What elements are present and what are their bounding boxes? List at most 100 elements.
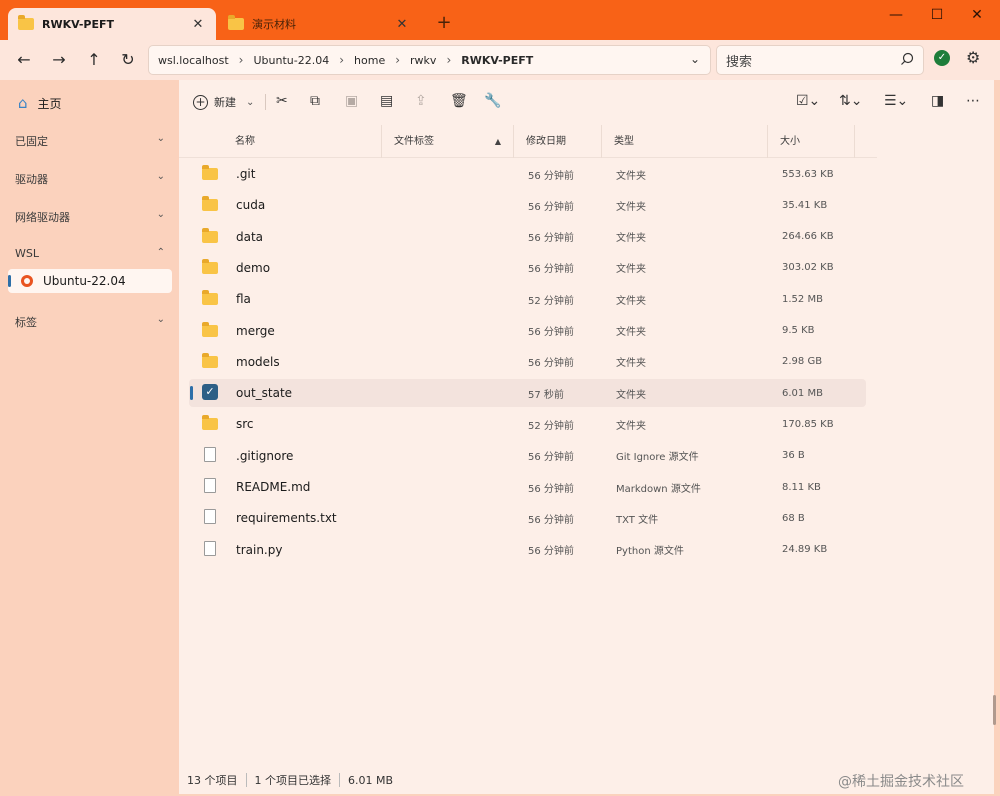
column-type[interactable]: 类型 — [602, 125, 768, 158]
breadcrumb-rwkv[interactable]: rwkv — [410, 54, 436, 67]
toolbar-divider — [265, 94, 266, 110]
scrollbar[interactable] — [993, 695, 996, 725]
title-bar: RWKV-PEFT ✕ 演示材料 ✕ + — ☐ ✕ — [0, 0, 1000, 40]
file-row[interactable]: .git 56 分钟前 文件夹 553.63 KB — [189, 160, 866, 188]
file-row[interactable]: train.py 56 分钟前 Python 源文件 24.89 KB — [189, 536, 866, 564]
delete-icon[interactable]: 🗑 — [450, 93, 468, 109]
file-row[interactable]: fla 52 分钟前 文件夹 1.52 MB — [189, 285, 866, 313]
breadcrumb-wsl[interactable]: wsl.localhost — [158, 54, 229, 67]
selected-count: 1 个项目已选择 — [254, 774, 332, 787]
breadcrumb-rwkv-peft[interactable]: RWKV-PEFT — [461, 54, 533, 67]
close-tab-icon[interactable]: ✕ — [394, 17, 410, 32]
file-type: TXT 文件 — [616, 514, 659, 526]
rename-icon[interactable]: ▤ — [380, 93, 393, 109]
checkbox-icon[interactable]: ✓ — [202, 384, 218, 401]
column-size[interactable]: 大小 — [768, 125, 855, 158]
paste-icon[interactable]: ▣ — [345, 93, 358, 109]
chevron-right-icon[interactable]: › — [339, 53, 344, 67]
file-size: 1.52 MB — [782, 293, 823, 305]
file-size: 2.98 GB — [782, 356, 823, 368]
file-date: 56 分钟前 — [528, 233, 574, 245]
sidebar-section-wsl[interactable]: WSL ⌃ — [15, 247, 165, 260]
sort-icon[interactable]: ⇅⌄ — [839, 93, 862, 109]
sidebar-section-network-drives[interactable]: 网络驱动器 ⌄ — [15, 209, 165, 225]
refresh-button[interactable]: ↻ — [114, 48, 142, 72]
file-name[interactable]: models — [236, 355, 280, 369]
chevron-right-icon[interactable]: › — [395, 53, 400, 67]
file-type: 文件夹 — [616, 264, 646, 276]
tab-label: RWKV-PEFT — [42, 17, 114, 31]
file-size: 303.02 KB — [782, 262, 834, 274]
chevron-right-icon[interactable]: › — [239, 53, 244, 67]
search-input[interactable]: 搜索 — [716, 45, 924, 75]
file-name[interactable]: .gitignore — [236, 449, 293, 463]
file-row[interactable]: requirements.txt 56 分钟前 TXT 文件 68 B — [189, 504, 866, 532]
column-name[interactable]: 名称 — [223, 125, 382, 158]
sidebar-item-ubuntu[interactable]: Ubuntu-22.04 — [8, 269, 172, 293]
file-row[interactable]: ✓ out_state 57 秒前 文件夹 6.01 MB — [189, 379, 866, 408]
file-row[interactable]: .gitignore 56 分钟前 Git Ignore 源文件 36 B — [189, 442, 866, 470]
file-name[interactable]: data — [236, 230, 263, 244]
select-mode-icon[interactable]: ☑⌄ — [796, 93, 820, 109]
breadcrumb-home[interactable]: home — [354, 54, 385, 67]
sidebar-section-drives[interactable]: 驱动器 ⌄ — [15, 171, 165, 187]
properties-icon[interactable]: 🔧 — [484, 93, 501, 109]
copy-icon[interactable]: ⧉ — [310, 93, 320, 109]
chevron-right-icon[interactable]: › — [446, 53, 451, 67]
new-tab-button[interactable]: + — [432, 12, 456, 36]
forward-button[interactable]: → — [45, 48, 73, 72]
breadcrumb-ubuntu[interactable]: Ubuntu-22.04 — [253, 54, 329, 67]
sidebar-item-home[interactable]: ⌂ 主页 — [18, 94, 62, 112]
command-bar: + 新建 ⌄ ✂ ⧉ ▣ ▤ ⇪ 🗑 🔧 ☑⌄ ⇅⌄ ☰⌄ ◨ ⋯ — [179, 80, 994, 124]
file-name[interactable]: fla — [236, 292, 251, 306]
more-options-icon[interactable]: ⋯ — [966, 93, 980, 109]
status-divider — [339, 773, 340, 787]
folder-icon — [228, 15, 244, 30]
details-pane-icon[interactable]: ◨ — [931, 93, 944, 109]
search-icon[interactable] — [899, 51, 915, 67]
sidebar-section-pinned[interactable]: 已固定 ⌄ — [15, 133, 165, 149]
layout-icon[interactable]: ☰⌄ — [884, 93, 908, 109]
file-row[interactable]: demo 56 分钟前 文件夹 303.02 KB — [189, 254, 866, 282]
file-name[interactable]: merge — [236, 324, 275, 338]
file-row[interactable]: src 52 分钟前 文件夹 170.85 KB — [189, 410, 866, 438]
file-size: 35.41 KB — [782, 199, 828, 211]
file-row[interactable]: models 56 分钟前 文件夹 2.98 GB — [189, 348, 866, 376]
ubuntu-icon — [21, 275, 33, 287]
shield-icon[interactable]: ✓ — [934, 50, 950, 66]
file-row[interactable]: data 56 分钟前 文件夹 264.66 KB — [189, 223, 866, 251]
tab-demo-materials[interactable]: 演示材料 ✕ — [218, 8, 420, 40]
cut-icon[interactable]: ✂ — [276, 93, 288, 109]
up-button[interactable]: ↑ — [80, 48, 108, 72]
chevron-down-icon[interactable]: ⌄ — [690, 52, 700, 66]
back-button[interactable]: ← — [10, 48, 38, 72]
file-type: Git Ignore 源文件 — [616, 452, 699, 464]
file-name[interactable]: demo — [236, 261, 270, 275]
share-icon[interactable]: ⇪ — [415, 93, 427, 109]
column-date[interactable]: 修改日期 — [514, 125, 602, 158]
file-name[interactable]: README.md — [236, 480, 310, 494]
file-name[interactable]: out_state — [236, 386, 292, 400]
selected-size: 6.01 MB — [348, 773, 394, 787]
address-bar[interactable]: wsl.localhost › Ubuntu-22.04 › home › rw… — [148, 45, 711, 75]
file-name[interactable]: src — [236, 417, 254, 431]
maximize-button[interactable]: ☐ — [917, 0, 957, 30]
file-name[interactable]: train.py — [236, 543, 282, 557]
watermark: @稀土掘金技术社区 — [838, 774, 964, 790]
file-name[interactable]: requirements.txt — [236, 511, 337, 525]
file-row[interactable]: README.md 56 分钟前 Markdown 源文件 8.11 KB — [189, 473, 866, 501]
file-size: 36 B — [782, 450, 805, 462]
sidebar-section-tags[interactable]: 标签 ⌄ — [15, 314, 165, 330]
file-name[interactable]: .git — [236, 167, 255, 181]
gear-icon[interactable]: ⚙ — [966, 48, 980, 67]
file-row[interactable]: cuda 56 分钟前 文件夹 35.41 KB — [189, 191, 866, 219]
column-tags[interactable]: 文件标签 ▲ — [382, 125, 514, 158]
close-window-button[interactable]: ✕ — [957, 0, 997, 30]
file-row[interactable]: merge 56 分钟前 文件夹 9.5 KB — [189, 317, 866, 345]
minimize-button[interactable]: — — [876, 0, 916, 30]
new-button[interactable]: + 新建 ⌄ — [193, 94, 254, 110]
close-tab-icon[interactable]: ✕ — [190, 17, 206, 32]
tab-label: 演示材料 — [252, 18, 296, 31]
file-name[interactable]: cuda — [236, 198, 265, 212]
tab-rwkv-peft[interactable]: RWKV-PEFT ✕ — [8, 8, 216, 40]
